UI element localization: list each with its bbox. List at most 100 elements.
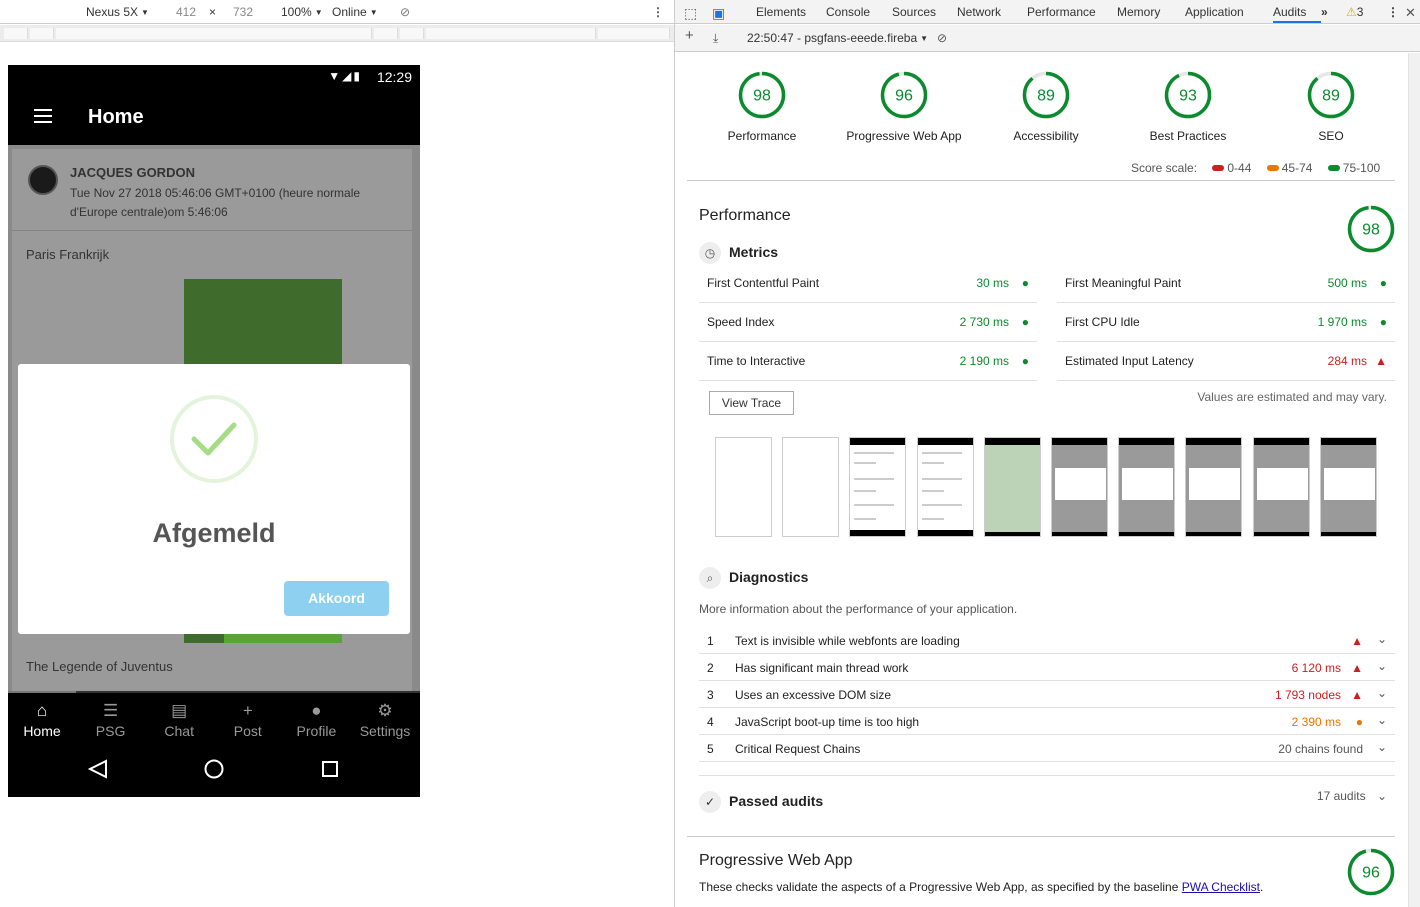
frame-text-line (921, 504, 962, 506)
tab-sources[interactable]: Sources (892, 5, 936, 19)
tab-settings[interactable]: ⚙ Settings (351, 693, 419, 747)
media-bar[interactable] (4, 28, 28, 39)
diagnostic-row[interactable]: 5 Critical Request Chains 20 chains found ⌄ (699, 735, 1395, 762)
close-icon[interactable]: ✕ (1405, 5, 1416, 21)
width-input[interactable]: 412 (176, 5, 196, 19)
score-gauge[interactable]: 93 Best Practices (1128, 71, 1248, 143)
inspect-element-icon[interactable]: ⬚ (684, 5, 697, 22)
android-nav-bar (8, 745, 420, 797)
tab-network[interactable]: Network (957, 5, 1001, 19)
frame-dialog (1055, 468, 1106, 500)
passed-audits-toggle[interactable]: ✓ Passed audits (699, 791, 823, 813)
diagnostic-value: 20 chains found (1278, 742, 1363, 756)
frame-dialog (1122, 468, 1174, 500)
more-options-icon[interactable]: ⋮ (652, 5, 664, 19)
score-gauge[interactable]: 96 Progressive Web App (844, 71, 964, 143)
phone-screen: ▼◢▮ 12:29 Home JACQUES GORDON Tue Nov 27… (8, 65, 420, 797)
pwa-desc-end: . (1259, 880, 1264, 894)
app-title: Home (88, 106, 144, 128)
frame-dialog (1256, 468, 1308, 500)
height-input[interactable]: 732 (233, 5, 253, 19)
zoom-select[interactable]: 100% ▼ (281, 5, 323, 19)
diagnostic-row[interactable]: 2 Has significant main thread work 6 120 m… (699, 654, 1395, 681)
media-bar[interactable] (374, 28, 398, 39)
rotate-icon[interactable]: ⊘ (400, 5, 410, 19)
new-audit-icon[interactable]: + (685, 27, 694, 44)
scrollbar[interactable] (1408, 53, 1420, 907)
media-bar[interactable] (598, 28, 670, 39)
lighthouse-report: 98 Performance 96 Progressive Web App 89 Acce… (675, 53, 1409, 907)
passed-count[interactable]: 17 audits ⌄ (1317, 789, 1387, 803)
diagnostic-number: 4 (707, 715, 714, 729)
diagnostic-row[interactable]: 3 Uses an excessive DOM size 1 793 nodes ▲ ⌄ (699, 681, 1395, 708)
hamburger-menu-icon[interactable] (34, 109, 52, 127)
warnings-counter[interactable]: ⚠3 (1346, 5, 1363, 19)
post-author: JACQUES GORDON (70, 165, 195, 180)
diagnostic-row[interactable]: 4 JavaScript boot-up time is too high 2 39… (699, 708, 1395, 735)
view-trace-button[interactable]: View Trace (709, 391, 794, 415)
tab-psg[interactable]: ☰ PSG (77, 693, 145, 747)
warning-icon: ⚠ (1346, 5, 1357, 19)
frame-text-line (854, 452, 895, 454)
media-query-bars[interactable] (0, 25, 674, 42)
tab-chat[interactable]: ▤ Chat (145, 693, 213, 747)
metric-value: 30 ms (976, 276, 1009, 290)
metric-name: Time to Interactive (707, 354, 806, 368)
score-gauge[interactable]: 89 SEO (1271, 71, 1391, 143)
metric-row: First Contentful Paint 30 ms ● (699, 264, 1037, 303)
frame-text-line (854, 478, 895, 480)
report-select[interactable]: 22:50:47 - psgfans-eeede.fireba ▼ (747, 31, 928, 45)
media-bar[interactable] (400, 28, 424, 39)
download-icon[interactable]: ⤓ (713, 31, 718, 46)
divider (687, 836, 1395, 837)
tab-performance[interactable]: Performance (1027, 5, 1096, 19)
confirm-button[interactable]: Akkoord (284, 581, 389, 616)
metric-value: 2 730 ms (959, 315, 1009, 329)
tab-label: Profile (296, 723, 337, 739)
frame-appbar (1320, 438, 1376, 445)
media-bar[interactable] (30, 28, 54, 39)
tab-profile[interactable]: ● Profile (282, 693, 350, 747)
score-gauge[interactable]: 89 Accessibility (986, 71, 1106, 143)
devtools-menu-icon[interactable]: ⋮ (1387, 5, 1399, 19)
checkmark-icon: ✓ (699, 791, 721, 813)
clear-icon[interactable]: ⊘ (937, 31, 947, 45)
app-bar: Home (8, 89, 420, 145)
chevron-down-icon[interactable]: ⌄ (1377, 686, 1387, 700)
network-select[interactable]: Online ▼ (332, 5, 378, 19)
active-tab-underline (1273, 21, 1321, 23)
frame-appbar (984, 438, 1040, 445)
tab-audits[interactable]: Audits (1273, 5, 1306, 19)
metric-name: First CPU Idle (1065, 315, 1140, 329)
tab-post[interactable]: + Post (214, 693, 282, 747)
chevron-down-icon[interactable]: ⌄ (1377, 659, 1387, 673)
tab-elements[interactable]: Elements (756, 5, 806, 19)
metric-row: Estimated Input Latency 284 ms ▲ (1057, 342, 1395, 381)
tab-label: Home (23, 723, 61, 739)
device-select[interactable]: Nexus 5X ▼ (86, 5, 149, 19)
diagnostic-row[interactable]: 1 Text is invisible while webfonts are lo… (699, 627, 1395, 654)
tab-console[interactable]: Console (826, 5, 870, 19)
metric-value: 500 ms (1327, 276, 1367, 290)
more-tabs-icon[interactable]: » (1321, 5, 1328, 19)
alert-dialog: Afgemeld Akkoord (18, 364, 410, 634)
tab-label: Post (233, 723, 262, 739)
tab-application[interactable]: Application (1185, 5, 1244, 19)
diagnostic-title: Has significant main thread work (735, 661, 909, 675)
chevron-down-icon[interactable]: ⌄ (1377, 632, 1387, 646)
device-toolbar: Nexus 5X ▼ 412 × 732 100% ▼ Online ▼ ⊘ ⋮ (0, 0, 674, 24)
media-bar[interactable] (426, 28, 596, 39)
chevron-down-icon[interactable]: ⌄ (1377, 740, 1387, 754)
average-info-icon: ● (1355, 715, 1363, 729)
score-gauge[interactable]: 98 Performance (702, 71, 822, 143)
gauge-label: Best Practices (1149, 129, 1227, 143)
tab-memory[interactable]: Memory (1117, 5, 1160, 19)
pwa-checklist-link[interactable]: PWA Checklist (1182, 880, 1260, 894)
audits-toolbar: + ⤓ 22:50:47 - psgfans-eeede.fireba ▼ ⊘ (675, 25, 1420, 52)
device-toggle-icon[interactable]: ▣ (712, 5, 725, 22)
tab-home[interactable]: ⌂ Home (8, 693, 76, 747)
chevron-down-icon[interactable]: ⌄ (1377, 713, 1387, 727)
avatar (28, 165, 58, 195)
media-bar[interactable] (56, 28, 372, 39)
gauge-score: 89 (1037, 88, 1055, 105)
